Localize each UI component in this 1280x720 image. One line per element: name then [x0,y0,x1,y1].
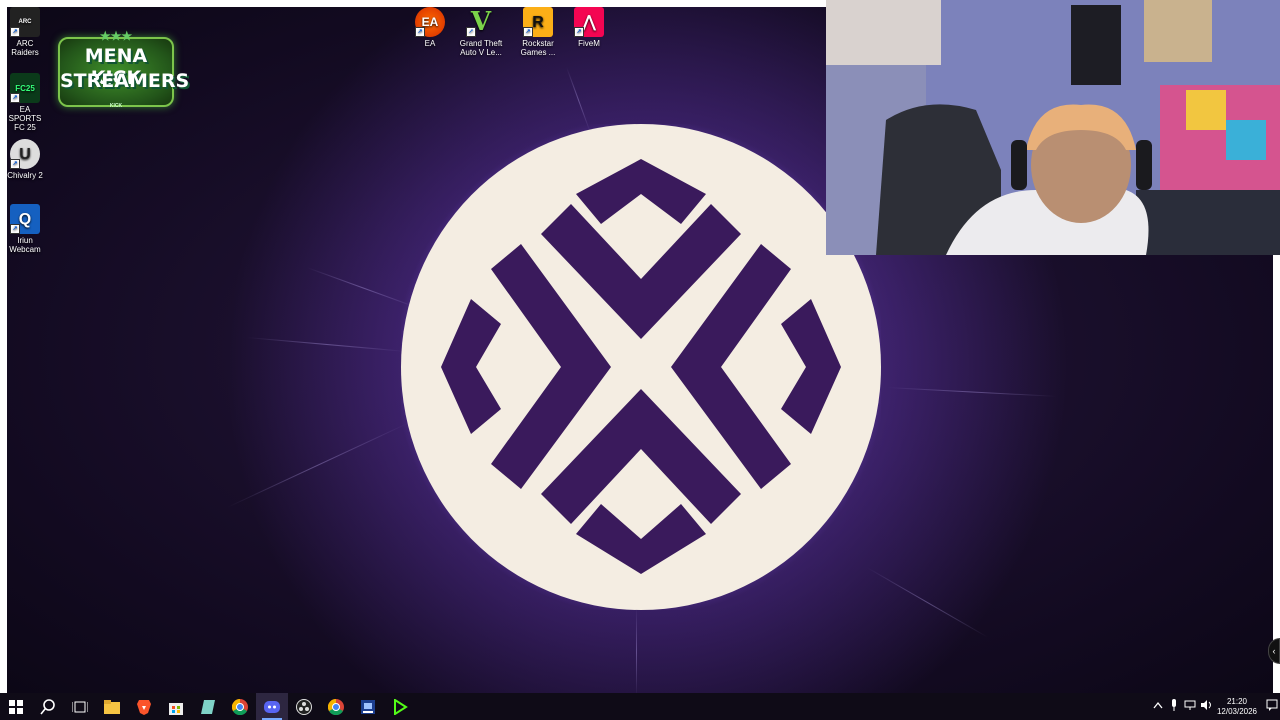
taskbar-microsoft-store[interactable] [160,693,192,720]
search-icon [40,698,55,714]
light-ray [886,387,1057,397]
obs-icon [296,698,312,715]
mena-kick-streamers-badge: ★★★ MENA KICK STREAMERS KICK [58,29,190,109]
task-view-button[interactable] [64,693,96,720]
wall-poster-1 [1071,5,1121,85]
taskbar-discord[interactable] [256,693,288,720]
headset-left [1011,140,1027,190]
tray-volume[interactable] [1198,700,1214,713]
desktop-icon-label: EA SPORTS FC 25 [8,105,42,132]
graffiti-accent-2 [1226,120,1266,160]
wall-poster-2 [1144,0,1212,62]
desktop-icon-chivalry-2[interactable]: U ↗ Chivalry 2 [7,139,48,180]
desktop-icon-label: EA [424,39,436,48]
taskbar-chrome[interactable] [224,693,256,720]
headset-right [1136,140,1152,190]
desktop-icon-label: Rockstar Games ... [520,39,556,57]
desktop-icon-gta-v[interactable]: V ↗ Grand Theft Auto V Le... [458,7,504,58]
chrome-icon [232,698,248,715]
windows-start-icon [9,699,23,714]
taskbar-app-window[interactable] [352,693,384,720]
rockstar-games-icon: R ↗ [523,7,553,37]
microphone-icon [1172,699,1176,711]
tray-network[interactable] [1182,700,1198,713]
desktop-icon-label: ARC Raiders [11,39,39,57]
desktop-icon-label: Grand Theft Auto V Le... [459,39,503,57]
taskbar-file-explorer[interactable] [96,693,128,720]
clock-date: 12/03/2026 [1216,706,1258,716]
notifications-button[interactable] [1264,699,1280,714]
fivem-icon: ⋀ ↗ [574,7,604,37]
desktop-icon-label: FiveM [578,39,600,48]
start-button[interactable] [0,693,32,720]
light-ray [866,567,989,638]
desktop-icon-fivem[interactable]: ⋀ ↗ FiveM [566,7,612,48]
taskbar-chrome-profile[interactable] [320,693,352,720]
clock-time: 21:20 [1226,696,1248,706]
iriun-webcam-icon: Q ↗ [10,204,40,234]
system-tray: 21:20 12/03/2026 [1150,693,1280,720]
wall-poster-text [826,0,941,65]
webcam-scene [826,0,1280,255]
kick-icon [394,698,408,715]
app-window-icon [361,699,375,714]
desk-equipment [1136,190,1280,255]
search-button[interactable] [32,693,64,720]
light-ray [636,607,637,693]
tray-microphone[interactable] [1166,699,1182,714]
desktop-icon-ea[interactable]: EA ↗ EA [407,7,453,48]
wallpaper-emblem-logo [401,124,881,610]
ea-app-icon: EA ↗ [415,7,445,37]
microsoft-store-icon [169,702,183,715]
graffiti-accent-1 [1186,90,1226,130]
gta-v-icon: V ↗ [466,7,496,37]
taskbar-notes-app[interactable] [192,693,224,720]
badge-tiny-text: KICK [109,103,123,109]
badge-stars: ★★★ [99,29,133,43]
taskbar-brave[interactable] [128,693,160,720]
unreal-engine-icon: U ↗ [10,139,40,169]
network-icon [1184,700,1196,710]
chevron-up-icon [1153,701,1163,709]
tray-expand-button[interactable] [1150,701,1166,712]
badge-line-2: STREAMERS [60,70,190,92]
desktop-icon-iriun-webcam[interactable]: Q ↗ Iriun Webcam [7,204,48,254]
taskbar: 21:20 12/03/2026 [0,693,1280,720]
desktop-icon-label: Iriun Webcam [9,236,41,254]
desktop-icon-ea-sports-fc-25[interactable]: FC25 ↗ EA SPORTS FC 25 [7,73,48,132]
volume-icon [1201,700,1211,710]
desktop-icon-label: Chivalry 2 [7,171,43,180]
light-ray [246,337,407,352]
arc-raiders-icon: ARC ↗ [10,7,40,37]
task-view-icon [72,701,88,712]
notification-icon [1266,699,1278,711]
taskbar-clock[interactable]: 21:20 12/03/2026 [1214,697,1260,717]
discord-icon [264,700,280,713]
webcam-overlay [826,0,1280,255]
taskbar-obs[interactable] [288,693,320,720]
desktop-icon-arc-raiders[interactable]: ARC ↗ ARC Raiders [7,7,48,57]
desktop-icon-rockstar-games[interactable]: R ↗ Rockstar Games ... [515,7,561,57]
taskbar-kick[interactable] [384,693,416,720]
file-explorer-icon [104,699,120,714]
ea-sports-fc-icon: FC25 ↗ [10,73,40,103]
notes-app-icon [201,699,215,714]
light-ray [227,422,409,508]
brave-browser-icon [137,699,151,715]
chrome-profile-icon [328,698,344,715]
